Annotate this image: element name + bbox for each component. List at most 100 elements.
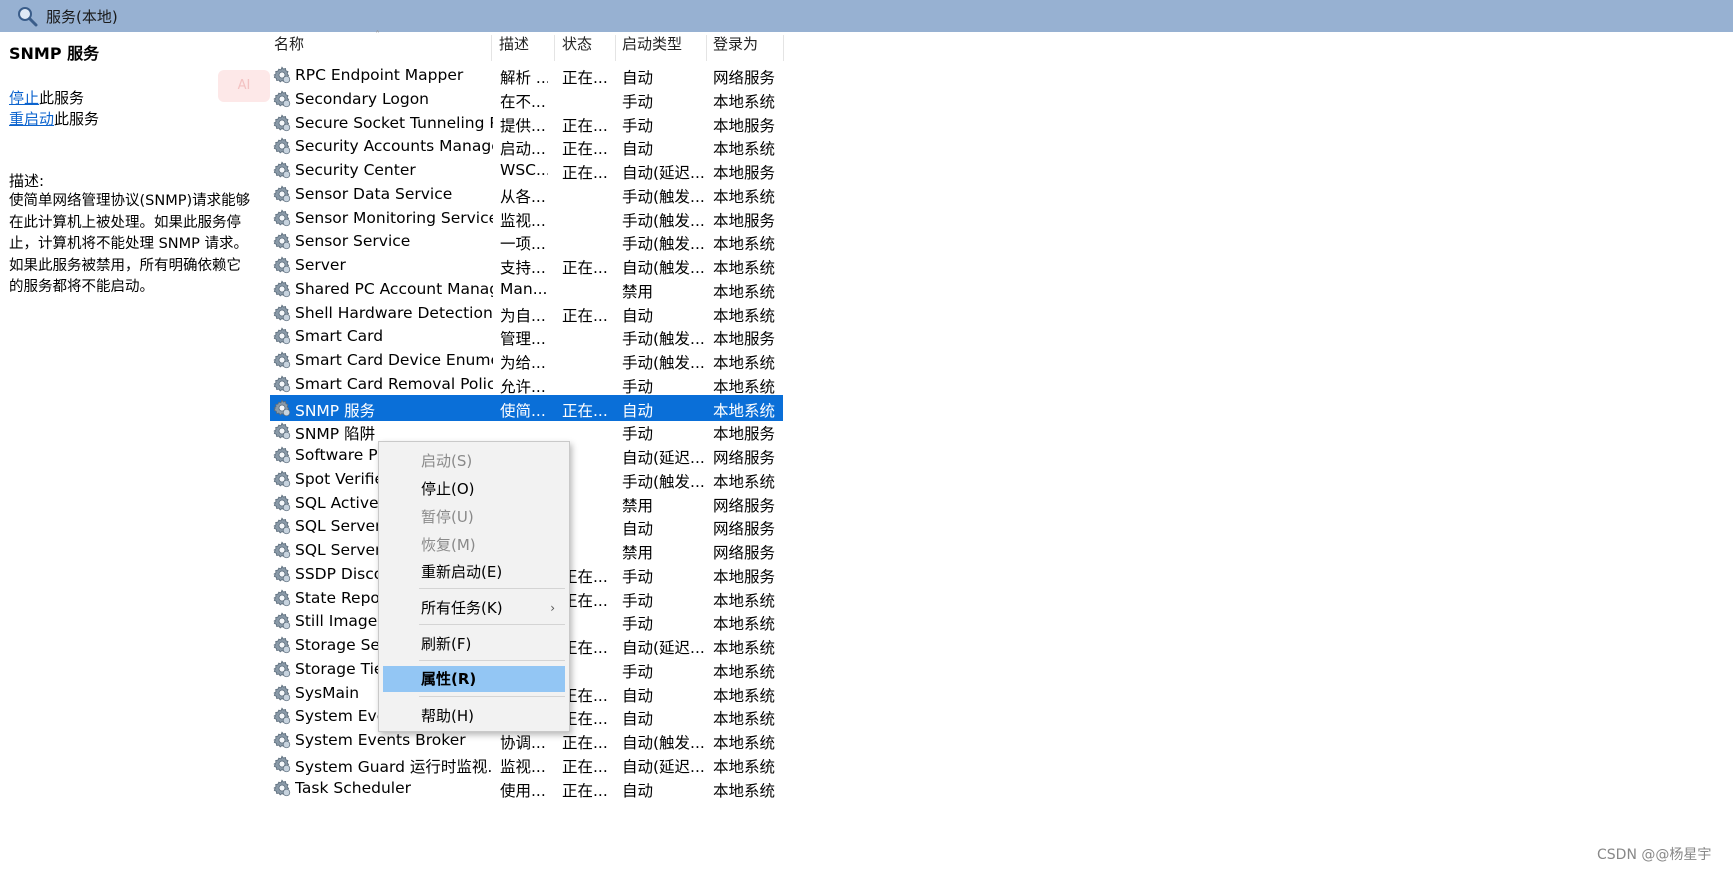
service-description-cell: 为自... — [500, 306, 546, 325]
magnifier-icon — [18, 7, 38, 27]
table-row[interactable]: Secure Socket Tunneling P... 提供... 正在... 手动… — [270, 110, 783, 136]
service-log-on-as-cell: 本地系统 — [713, 377, 776, 396]
table-row-selected[interactable]: SNMP 服务 使简... 正在... 自动 本地系统 — [270, 394, 783, 421]
service-log-on-as-cell: 网络服务 — [713, 69, 776, 87]
menu-separator — [419, 696, 565, 697]
service-gear-icon — [272, 279, 292, 299]
service-gear-icon — [272, 350, 292, 370]
table-row[interactable]: Shared PC Account Manager Man... 禁用 本地系统 — [270, 276, 783, 302]
column-header-startup-type[interactable]: 启动类型 — [622, 33, 707, 61]
stop-service-line: 停止此服务 — [9, 87, 84, 108]
table-row[interactable]: Smart Card 管理... 手动(触发... 本地服务 — [270, 323, 783, 349]
table-row[interactable]: Smart Card Device Enumer... 为给... 手动(触发...… — [270, 347, 783, 373]
service-startup-type-cell: 手动(触发... — [622, 235, 704, 254]
service-gear-icon — [272, 706, 292, 726]
service-name-cell: RPC Endpoint Mapper — [295, 66, 464, 84]
service-name-cell: Sensor Service — [295, 232, 411, 251]
menu-item-stop[interactable]: 停止(O) — [379, 476, 569, 502]
service-name-cell: Shared PC Account Manager — [295, 279, 493, 298]
service-description-cell: 提供... — [500, 116, 546, 135]
table-row[interactable]: Security Center WSC... 正在... 自动(延迟... 本地服务 — [270, 157, 783, 183]
menu-item-all-tasks[interactable]: 所有任务(K) › — [379, 595, 569, 621]
menu-item-start[interactable]: 启动(S) — [379, 448, 569, 474]
service-gear-icon — [272, 588, 292, 608]
column-separator[interactable] — [491, 35, 492, 61]
restart-service-link[interactable]: 重启动 — [9, 110, 54, 128]
service-startup-type-cell: 手动(触发... — [622, 211, 704, 230]
table-row[interactable]: Shell Hardware Detection 为自... 正在... 自动 本地系统 — [270, 300, 783, 326]
column-header-log-on-as[interactable]: 登录为 — [713, 33, 783, 61]
service-description-cell: 一项... — [500, 235, 546, 254]
column-header-status-label: 状态 — [562, 35, 593, 53]
menu-item-pause[interactable]: 暂停(U) — [379, 504, 569, 530]
table-row[interactable]: Smart Card Removal Policy 允许... 手动 本地系统 — [270, 371, 783, 397]
restart-service-suffix: 此服务 — [54, 110, 100, 128]
service-log-on-as-cell: 本地服务 — [713, 425, 776, 444]
service-log-on-as-cell: 本地系统 — [713, 591, 776, 610]
column-separator[interactable] — [554, 35, 555, 61]
column-separator[interactable] — [615, 35, 616, 61]
service-startup-type-cell: 手动 — [622, 116, 654, 135]
service-gear-icon — [272, 564, 292, 584]
service-log-on-as-cell: 本地系统 — [713, 354, 776, 372]
service-gear-icon — [272, 231, 292, 251]
table-row[interactable]: Security Accounts Manager 启动... 正在... 自动 本地系… — [270, 133, 783, 159]
service-description-cell: 允许... — [500, 377, 546, 396]
menu-item-resume[interactable]: 恢复(M) — [379, 532, 569, 558]
service-log-on-as-cell: 本地系统 — [713, 734, 776, 752]
menu-separator — [419, 660, 565, 661]
column-header-name[interactable]: 名称 — [274, 33, 490, 61]
service-log-on-as-cell: 本地系统 — [713, 686, 776, 705]
service-startup-type-cell: 手动 — [622, 377, 654, 396]
service-name-cell: Task Scheduler — [295, 778, 411, 797]
service-status-cell: 正在... — [562, 259, 608, 277]
service-log-on-as-cell: 本地服务 — [713, 330, 776, 349]
service-name-cell: SNMP 服务 — [295, 401, 376, 420]
service-log-on-as-cell: 本地服务 — [713, 116, 776, 135]
service-log-on-as-cell: 网络服务 — [713, 520, 776, 539]
table-row[interactable]: System Guard 运行时监视... 监视... 正在... 自动(延迟... 本… — [270, 751, 783, 777]
menu-item-help[interactable]: 帮助(H) — [379, 703, 569, 729]
column-separator[interactable] — [706, 35, 707, 61]
context-menu: 启动(S) 停止(O) 暂停(U) 恢复(M) 重新启动(E) 所有任务(K) … — [378, 441, 570, 732]
table-row[interactable]: Sensor Data Service 从各... 手动(触发... 本地系统 — [270, 181, 783, 207]
service-status-cell: 正在... — [562, 757, 608, 776]
service-startup-type-cell: 手动 — [622, 92, 654, 111]
service-description-cell: 管理... — [500, 330, 546, 349]
stop-service-suffix: 此服务 — [39, 89, 85, 107]
service-description-cell: 使用... — [500, 781, 546, 800]
service-gear-icon — [272, 635, 292, 655]
table-row[interactable]: Task Scheduler 使用... 正在... 自动 本地系统 — [270, 775, 783, 801]
service-name-cell: Shell Hardware Detection — [295, 303, 493, 322]
service-startup-type-cell: 自动(触发... — [622, 259, 704, 277]
menu-item-properties[interactable]: 属性(R) — [383, 666, 565, 692]
submenu-arrow-icon: › — [550, 601, 555, 615]
service-log-on-as-cell: 本地系统 — [713, 757, 776, 776]
service-startup-type-cell: 手动 — [622, 615, 654, 634]
service-gear-icon — [272, 611, 292, 631]
column-separator[interactable] — [783, 35, 784, 61]
menu-item-restart[interactable]: 重新启动(E) — [379, 559, 569, 585]
table-row[interactable]: Server 支持... 正在... 自动(触发... 本地系统 — [270, 252, 783, 278]
service-gear-icon — [272, 683, 292, 703]
service-gear-icon — [272, 754, 292, 774]
table-row[interactable]: RPC Endpoint Mapper 解析 ... 正在... 自动 网络服务 — [270, 62, 783, 88]
service-startup-type-cell: 手动 — [622, 662, 654, 681]
service-startup-type-cell: 自动 — [622, 686, 654, 705]
column-header-status[interactable]: 状态 — [562, 33, 617, 61]
stop-service-link[interactable]: 停止 — [9, 89, 39, 107]
service-name-cell: Smart Card Device Enumer... — [295, 351, 493, 369]
table-row[interactable]: Sensor Monitoring Service 监视... 手动(触发... 本地… — [270, 205, 783, 231]
table-row[interactable]: Sensor Service 一项... 手动(触发... 本地系统 — [270, 228, 783, 254]
service-gear-icon — [272, 326, 292, 346]
service-name-cell: System Events Broker — [295, 731, 466, 749]
window-title: 服务(本地) — [46, 8, 118, 26]
service-startup-type-cell: 手动 — [622, 591, 654, 610]
service-startup-type-cell: 自动(延迟... — [622, 639, 704, 657]
service-log-on-as-cell: 本地系统 — [713, 92, 776, 111]
menu-item-refresh[interactable]: 刷新(F) — [379, 631, 569, 657]
column-header-description[interactable]: 描述 — [499, 33, 554, 61]
service-gear-icon — [272, 208, 292, 228]
service-gear-icon — [272, 469, 292, 489]
table-row[interactable]: Secondary Logon 在不... 手动 本地系统 — [270, 86, 783, 112]
